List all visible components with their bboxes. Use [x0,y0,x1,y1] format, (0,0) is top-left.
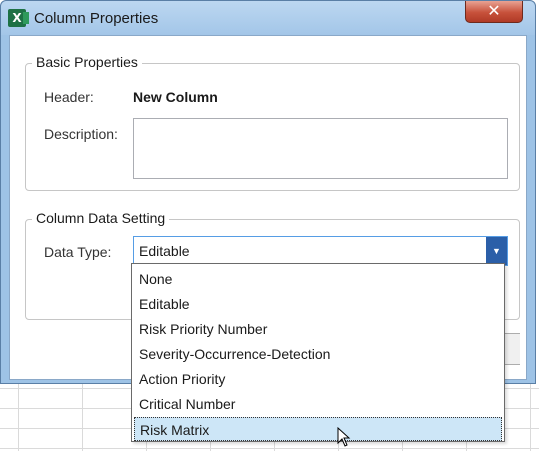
dropdown-option-risk-priority-number[interactable]: Risk Priority Number [134,317,502,341]
mouse-cursor-icon [337,427,351,447]
title-bar[interactable]: X Column Properties ✕ [1,1,535,35]
data-type-dropdown-list: None Editable Risk Priority Number Sever… [131,263,505,442]
excel-app-icon: X [8,9,29,27]
dropdown-option-editable[interactable]: Editable [134,292,502,316]
column-data-setting-title: Column Data Setting [32,210,170,226]
dropdown-option-critical-number[interactable]: Critical Number [134,392,502,416]
close-button[interactable]: ✕ [465,1,523,23]
data-type-label: Data Type: [44,244,112,260]
data-type-select[interactable]: Editable ▼ [133,236,508,266]
data-type-value: Editable [139,243,190,259]
dialog-title: Column Properties [34,10,159,27]
basic-properties-group: Basic Properties Header: New Column Desc… [25,54,520,191]
header-value: New Column [133,89,218,105]
chevron-down-icon[interactable]: ▼ [486,237,507,265]
description-label: Description: [44,126,118,142]
header-label: Header: [44,89,94,105]
dropdown-option-severity-occurrence-detection[interactable]: Severity-Occurrence-Detection [134,342,502,366]
dropdown-option-risk-matrix[interactable]: Risk Matrix [134,417,502,441]
close-icon: ✕ [487,3,501,20]
description-field[interactable] [133,118,508,179]
basic-properties-title: Basic Properties [32,54,142,70]
dropdown-option-none[interactable]: None [134,267,502,291]
dropdown-option-action-priority[interactable]: Action Priority [134,367,502,391]
